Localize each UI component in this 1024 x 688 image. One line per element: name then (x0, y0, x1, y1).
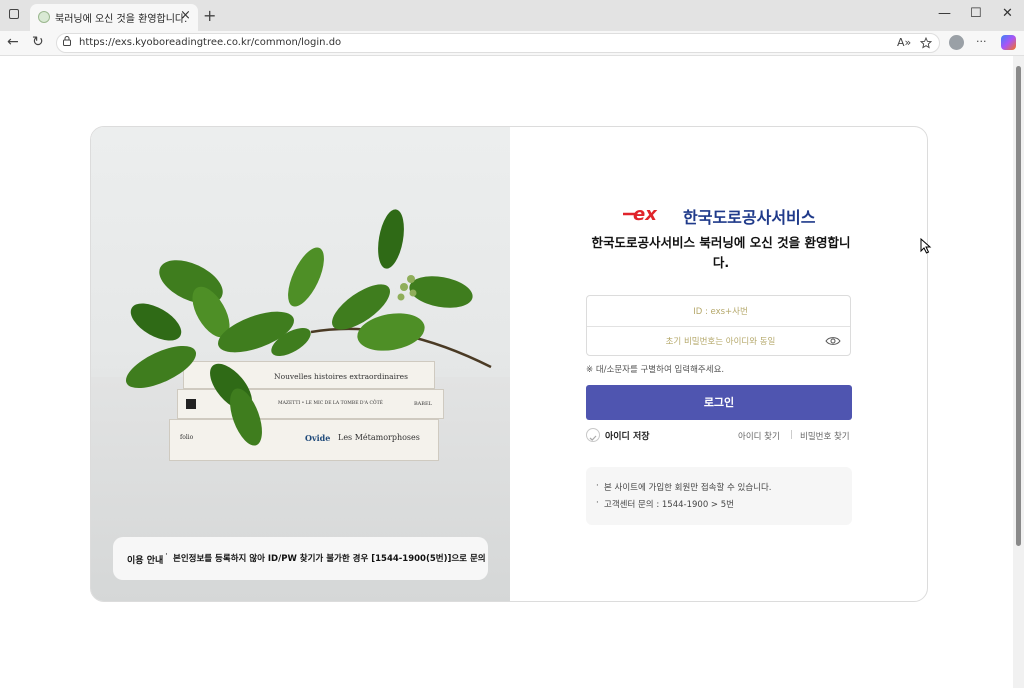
read-aloud-icon[interactable]: A» (897, 36, 911, 49)
password-input[interactable] (587, 327, 854, 357)
find-id-link[interactable]: 아이디 찾기 (738, 430, 780, 442)
copilot-icon[interactable] (1001, 35, 1016, 50)
show-password-eye-icon[interactable] (825, 336, 841, 346)
lock-icon (63, 36, 71, 46)
hero-image: folio Ovide Les Métamorphoses MAZETTI • … (91, 127, 510, 601)
address-bar[interactable]: https://exs.kyoboreadingtree.co.kr/commo… (56, 33, 940, 53)
login-fields (586, 295, 854, 357)
more-options-icon[interactable]: ··· (976, 35, 987, 48)
save-id-label[interactable]: 아이디 저장 (605, 429, 650, 442)
browser-toolbar: ← ↻ https://exs.kyoboreadingtree.co.kr/c… (0, 31, 1024, 56)
tab-actions-icon[interactable] (9, 9, 19, 19)
welcome-title: 한국도로공사서비스 북러닝에 오신 것을 환영합니다. (591, 235, 851, 270)
tab-title: 북러닝에 오신 것을 환영합니다. (55, 14, 188, 25)
plant-branch (125, 209, 492, 446)
info-line: 고객센터 문의 : 1544-1900 > 5번 (604, 500, 734, 510)
id-input[interactable] (587, 297, 854, 327)
info-bullet-icon: · (596, 498, 599, 508)
favorite-star-icon[interactable] (920, 37, 932, 49)
profile-avatar-icon[interactable] (949, 35, 964, 50)
maximize-icon[interactable]: ☐ (970, 6, 982, 21)
save-id-checkbox[interactable] (586, 428, 600, 442)
close-window-icon[interactable]: ✕ (1002, 6, 1013, 21)
site-favicon-icon (38, 11, 50, 23)
back-icon[interactable]: ← (7, 34, 19, 50)
info-bullet-icon: · (596, 481, 599, 491)
case-sensitive-note: ※ 대/소문자를 구별하여 입력해주세요. (586, 365, 725, 375)
url-text[interactable]: https://exs.kyoboreadingtree.co.kr/commo… (79, 37, 341, 48)
login-button[interactable]: 로그인 (586, 385, 852, 420)
check-icon (589, 435, 597, 441)
scrollbar-thumb[interactable] (1016, 66, 1021, 546)
new-tab-icon[interactable]: + (203, 6, 216, 25)
notice-label: 이용 안내 (127, 556, 164, 566)
minimize-icon[interactable]: — (938, 6, 951, 21)
usage-notice: 이용 안내 · 본인정보를 등록하지 않아 ID/PW 찾기가 불가한 경우 [… (113, 537, 488, 580)
info-box: · 본 사이트에 가입한 회원만 접속할 수 있습니다. · 고객센터 문의 :… (586, 467, 852, 525)
tab-close-icon[interactable]: × (180, 8, 191, 23)
browser-titlebar: 북러닝에 오신 것을 환영합니다. × + — ☐ ✕ (0, 0, 1024, 31)
login-card: folio Ovide Les Métamorphoses MAZETTI • … (90, 126, 928, 602)
mouse-cursor-icon (920, 238, 932, 254)
browser-tab[interactable]: 북러닝에 오신 것을 환영합니다. × (30, 4, 198, 31)
refresh-icon[interactable]: ↻ (32, 34, 44, 50)
notice-text: 본인정보를 등록하지 않아 ID/PW 찾기가 불가한 경우 [1544-190… (173, 554, 486, 564)
ex-logo-icon: ex (623, 205, 658, 223)
find-password-link[interactable]: 비밀번호 찾기 (800, 430, 850, 442)
bullet-icon: · (165, 550, 168, 560)
brand-name: 한국도로공사서비스 (683, 208, 816, 227)
info-line: 본 사이트에 가입한 회원만 접속할 수 있습니다. (604, 483, 772, 493)
logo-text: ex (633, 205, 658, 223)
link-divider (791, 430, 792, 439)
